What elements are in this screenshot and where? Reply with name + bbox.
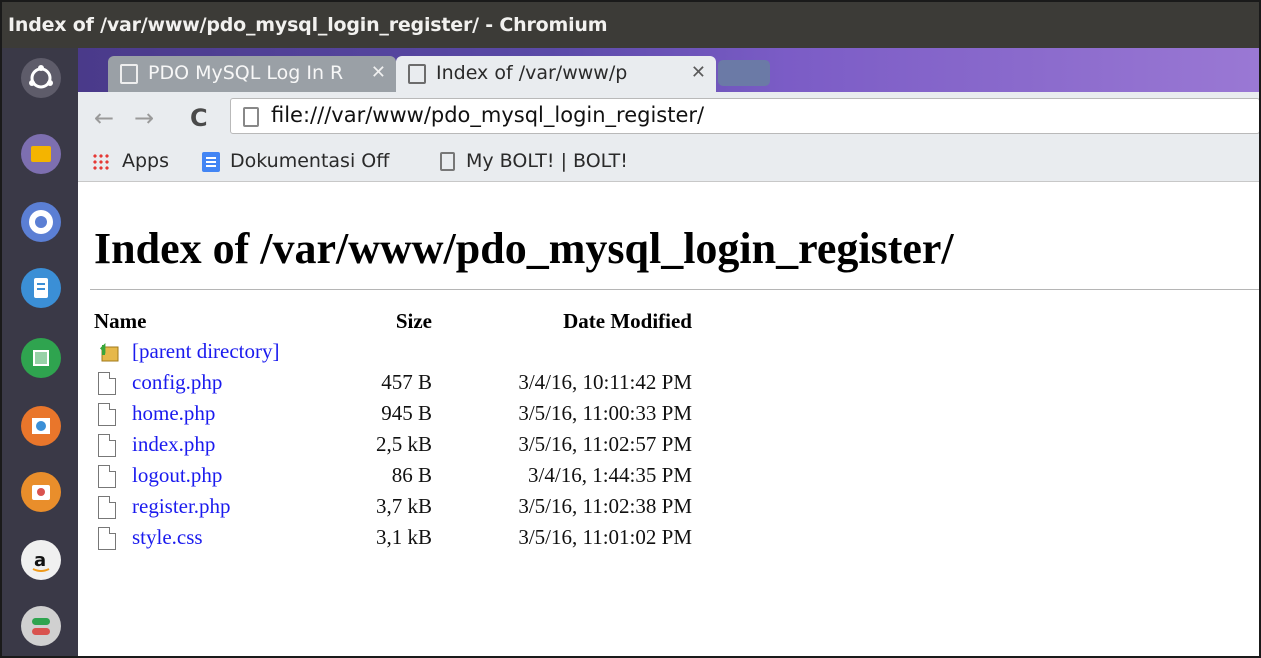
tab-strip: PDO MySQL Log In R ✕ Index of /var/www/p… bbox=[78, 48, 1259, 92]
bookmark-my-bolt[interactable]: My BOLT! | BOLT! bbox=[466, 150, 628, 172]
close-icon[interactable]: ✕ bbox=[371, 62, 386, 83]
column-date-modified[interactable]: Date Modified bbox=[444, 309, 692, 334]
file-size: 945 B bbox=[381, 401, 432, 425]
file-date: 3/4/16, 10:11:42 PM bbox=[518, 370, 692, 394]
tab-index[interactable]: Index of /var/www/p ✕ bbox=[396, 56, 716, 92]
forward-button[interactable]: → bbox=[134, 104, 154, 132]
file-link[interactable]: style.css bbox=[132, 525, 203, 550]
page-icon bbox=[440, 152, 455, 171]
file-date: 3/4/16, 1:44:35 PM bbox=[528, 463, 692, 487]
bookmarks-bar: Apps Dokumentasi Off My BOLT! | BOLT! bbox=[78, 142, 1259, 182]
file-icon bbox=[98, 403, 116, 426]
close-icon[interactable]: ✕ bbox=[691, 62, 706, 83]
title-bar: Index of /var/www/pdo_mysql_login_regist… bbox=[2, 2, 1259, 48]
address-bar[interactable]: file:///var/www/pdo_mysql_login_register… bbox=[230, 98, 1259, 134]
chromium-icon[interactable] bbox=[21, 202, 61, 242]
page-icon bbox=[120, 64, 138, 84]
file-link[interactable]: home.php bbox=[132, 401, 215, 426]
settings-icon[interactable] bbox=[21, 606, 61, 646]
page-content: Index of /var/www/pdo_mysql_login_regist… bbox=[78, 183, 1259, 656]
file-size: 3,1 kB bbox=[375, 525, 432, 549]
file-date: 3/5/16, 11:02:57 PM bbox=[518, 432, 692, 456]
bookmark-apps[interactable]: Apps bbox=[122, 150, 169, 172]
page-icon bbox=[243, 107, 259, 127]
svg-text:a: a bbox=[34, 550, 46, 571]
parent-directory-link[interactable]: [parent directory] bbox=[132, 339, 280, 364]
calc-icon[interactable] bbox=[21, 338, 61, 378]
column-size[interactable]: Size bbox=[334, 309, 432, 334]
file-icon bbox=[98, 372, 116, 395]
unity-launcher: a bbox=[2, 48, 78, 656]
tab-label: Index of /var/www/p bbox=[436, 62, 628, 84]
reload-button[interactable]: C bbox=[190, 104, 208, 132]
file-icon bbox=[98, 496, 116, 519]
file-size: 86 B bbox=[391, 463, 432, 487]
toolbar: ← → C file:///var/www/pdo_mysql_login_re… bbox=[78, 92, 1259, 142]
file-link[interactable]: register.php bbox=[132, 494, 231, 519]
file-date: 3/5/16, 11:02:38 PM bbox=[518, 494, 692, 518]
page-icon bbox=[408, 64, 426, 84]
file-size: 457 B bbox=[381, 370, 432, 394]
doc-icon bbox=[202, 152, 220, 172]
url-text[interactable]: file:///var/www/pdo_mysql_login_register… bbox=[271, 103, 704, 127]
file-link[interactable]: config.php bbox=[132, 370, 222, 395]
window-title: Index of /var/www/pdo_mysql_login_regist… bbox=[8, 14, 608, 36]
ubuntu-icon[interactable] bbox=[21, 58, 61, 98]
writer-icon[interactable] bbox=[21, 268, 61, 308]
file-icon bbox=[98, 527, 116, 550]
bookmark-dokumentasi[interactable]: Dokumentasi Off bbox=[230, 150, 389, 172]
file-date: 3/5/16, 11:01:02 PM bbox=[518, 525, 692, 549]
impress-icon[interactable] bbox=[21, 406, 61, 446]
amazon-icon[interactable]: a bbox=[21, 540, 61, 580]
file-icon bbox=[98, 465, 116, 488]
column-name[interactable]: Name bbox=[94, 309, 146, 334]
file-date: 3/5/16, 11:00:33 PM bbox=[518, 401, 692, 425]
file-icon bbox=[98, 434, 116, 457]
tab-pdo-login[interactable]: PDO MySQL Log In R ✕ bbox=[108, 56, 396, 92]
file-size: 2,5 kB bbox=[375, 432, 432, 456]
file-size: 3,7 kB bbox=[375, 494, 432, 518]
file-link[interactable]: index.php bbox=[132, 432, 215, 457]
tab-label: PDO MySQL Log In R bbox=[148, 62, 344, 84]
apps-icon bbox=[92, 153, 110, 171]
back-button[interactable]: ← bbox=[94, 104, 114, 132]
folder-up-icon bbox=[96, 339, 120, 363]
file-link[interactable]: logout.php bbox=[132, 463, 222, 488]
files-icon[interactable] bbox=[21, 134, 61, 174]
new-tab-button[interactable] bbox=[718, 60, 770, 86]
software-center-icon[interactable] bbox=[21, 472, 61, 512]
browser-window: Index of /var/www/pdo_mysql_login_regist… bbox=[0, 0, 1261, 658]
page-heading: Index of /var/www/pdo_mysql_login_regist… bbox=[94, 224, 954, 273]
divider bbox=[90, 289, 1259, 290]
